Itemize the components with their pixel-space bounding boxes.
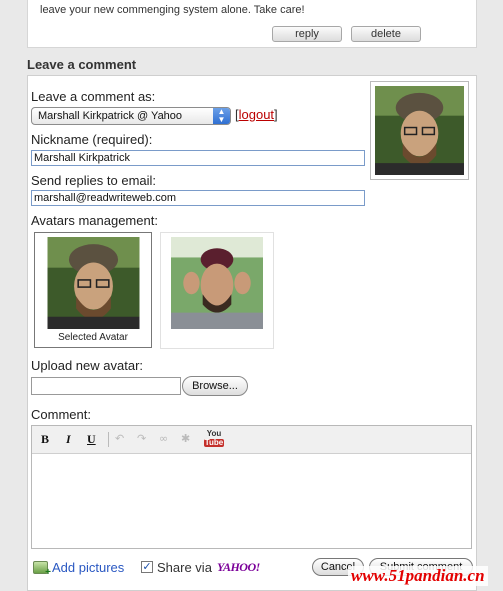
upload-avatar-label: Upload new avatar:	[31, 358, 144, 373]
italic-button[interactable]: I	[66, 432, 71, 447]
unlink-icon[interactable]: ✱	[181, 432, 190, 445]
comment-label: Comment:	[31, 407, 91, 422]
selected-avatar-option[interactable]: Selected Avatar	[34, 232, 152, 348]
redo-icon[interactable]: ↷	[137, 432, 146, 445]
add-pictures-link[interactable]: Add pictures	[52, 560, 124, 575]
alternate-avatar-image	[171, 237, 263, 329]
delete-button[interactable]: delete	[351, 26, 421, 42]
email-label: Send replies to email:	[31, 173, 157, 188]
current-avatar-photo	[370, 81, 469, 180]
selected-avatar-caption: Selected Avatar	[58, 332, 128, 343]
nickname-field[interactable]	[31, 150, 365, 166]
undo-icon[interactable]: ↶	[115, 432, 124, 445]
nickname-label: Nickname (required):	[31, 132, 153, 147]
link-icon[interactable]: ∞	[159, 432, 168, 445]
add-picture-icon[interactable]	[33, 561, 51, 578]
selected-avatar-image	[47, 237, 140, 329]
youtube-icon[interactable]: You Tube	[204, 430, 224, 450]
watermark-text: www.51pandian.cn	[348, 566, 488, 586]
upload-avatar-field[interactable]	[31, 377, 181, 395]
share-via-label: Share via	[157, 560, 212, 575]
editor-toolbar: B I U ↶ ↷ ∞ ✱ You Tube	[32, 426, 471, 454]
logout-wrapper: [logout]	[235, 107, 278, 122]
previous-comment-card: leave your new commenging system alone. …	[27, 0, 477, 48]
share-checkbox[interactable]: ✓	[141, 561, 153, 573]
leave-as-label: Leave a comment as:	[31, 89, 156, 104]
reply-button[interactable]: reply	[272, 26, 342, 42]
underline-button[interactable]: U	[87, 432, 96, 447]
bold-button[interactable]: B	[41, 432, 49, 447]
comment-editor[interactable]: B I U ↶ ↷ ∞ ✱ You Tube	[31, 425, 472, 549]
account-select[interactable]: Marshall Kirkpatrick @ Yahoo ▲ ▼	[31, 107, 231, 125]
logout-link[interactable]: logout	[239, 107, 274, 122]
avatar-photo-image	[375, 86, 464, 175]
account-select-value: Marshall Kirkpatrick @ Yahoo	[38, 110, 183, 122]
previous-comment-text: leave your new commenging system alone. …	[40, 4, 305, 16]
yahoo-logo: YAHOO!	[217, 560, 260, 574]
browse-button[interactable]: Browse...	[182, 376, 248, 396]
section-title: Leave a comment	[27, 57, 137, 72]
email-field[interactable]	[31, 190, 365, 206]
alternate-avatar-option[interactable]	[160, 232, 274, 349]
toolbar-divider	[108, 432, 109, 447]
avatars-management-label: Avatars management:	[31, 213, 158, 228]
select-arrows-icon: ▲ ▼	[213, 108, 230, 124]
